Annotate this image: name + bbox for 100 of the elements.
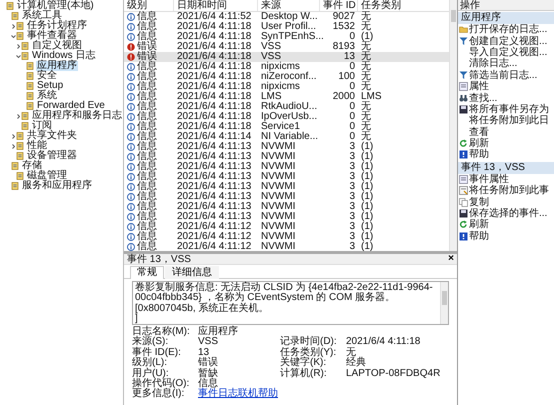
action-link[interactable]: 复制 xyxy=(469,196,489,208)
tree-item[interactable]: 任务计划程序 xyxy=(26,21,88,31)
table-row[interactable]: 信息 2021/6/4 4:11:18 LMS 2000 LMS xyxy=(124,92,449,102)
action-link[interactable]: 帮助 xyxy=(469,230,489,242)
field-value: 暂缺 xyxy=(198,368,218,379)
tree-item[interactable]: 事件查看器 xyxy=(26,31,78,41)
table-row[interactable]: 信息 2021/6/4 4:11:18 User Profil... 1532 无 xyxy=(124,22,449,32)
tree-item[interactable]: 设备管理器 xyxy=(26,151,78,161)
table-row[interactable]: 信息 2021/6/4 4:11:18 nipxicms 0 无 xyxy=(124,62,449,72)
table-cell: 信息 xyxy=(137,72,157,82)
table-row[interactable]: 信息 2021/6/4 4:11:13 NVWMI 3 (1) xyxy=(124,192,449,202)
table-cell-text: 无 xyxy=(360,132,371,142)
action-link[interactable]: 查找... xyxy=(469,92,498,104)
tree-item[interactable]: Forwarded Eve xyxy=(36,101,106,111)
column-header[interactable]: 任务类别 xyxy=(358,0,400,11)
tab[interactable]: 详细信息 xyxy=(165,266,219,279)
action-link[interactable]: 导入自定义视图... xyxy=(469,46,548,58)
table-cell-text: (1) xyxy=(360,192,374,202)
column-header[interactable]: 日期和时间 xyxy=(174,0,258,11)
table-row[interactable]: 信息 2021/6/4 4:11:52 Desktop W... 9027 无 xyxy=(124,12,449,22)
action-link[interactable]: 将所有事件另存为 xyxy=(469,104,549,115)
table-row[interactable]: 信息 2021/6/4 4:11:18 Service1 0 无 xyxy=(124,122,449,132)
column-header[interactable]: 来源 xyxy=(258,0,320,11)
tree-item[interactable]: 应用程序和服务日志 xyxy=(31,111,123,121)
scrollbar[interactable] xyxy=(440,282,448,324)
tree-item[interactable]: 应用程序 xyxy=(36,61,78,71)
document-icon xyxy=(26,62,34,70)
section-header[interactable]: 事件 13，VSS xyxy=(458,162,554,174)
table-row[interactable]: 信息 2021/6/4 4:11:13 NVWMI 3 (1) xyxy=(124,152,449,162)
document-icon xyxy=(21,112,29,120)
table-row[interactable]: 信息 2021/6/4 4:11:13 NVWMI 3 (1) xyxy=(124,182,449,192)
properties-icon xyxy=(459,174,468,184)
table-row[interactable]: 错误 2021/6/4 4:11:18 VSS 8193 无 xyxy=(124,42,449,52)
table-row[interactable]: 信息 2021/6/4 4:11:18 SynTPEnhS... 0 (1) xyxy=(124,32,449,42)
tree-item[interactable]: 服务和应用程序 xyxy=(21,181,93,191)
table-cell-text: NVWMI xyxy=(260,152,296,162)
action-link[interactable]: 将任务附加到此日 xyxy=(469,115,549,126)
table-cell-text: (1) xyxy=(360,152,374,162)
tree-item[interactable]: 性能 xyxy=(26,141,48,151)
action-link[interactable]: 帮助 xyxy=(469,149,489,160)
action-link[interactable]: 清除日志... xyxy=(469,58,518,70)
section-header[interactable]: 应用程序 xyxy=(458,12,554,24)
field-value: 无 xyxy=(346,346,356,358)
action-link[interactable]: 保存选择的事件... xyxy=(469,208,548,220)
tree-item[interactable]: 订阅 xyxy=(31,121,53,131)
table-cell-text: (1) xyxy=(360,182,374,192)
action-link[interactable]: 事件属性 xyxy=(469,174,509,185)
table-cell-text: 3 xyxy=(348,212,356,222)
tree-item[interactable]: 磁盘管理 xyxy=(26,171,68,181)
table-row[interactable]: 信息 2021/6/4 4:11:12 NVWMI 3 (1) xyxy=(124,222,449,232)
scrollbar[interactable] xyxy=(449,0,457,251)
scrollbar-thumb[interactable] xyxy=(442,291,447,305)
table-row[interactable]: 错误 2021/6/4 4:11:18 VSS 13 无 xyxy=(124,52,449,62)
help-link[interactable]: 事件日志联机帮助 xyxy=(198,388,278,400)
table-row[interactable]: 信息 2021/6/4 4:11:13 NVWMI 3 (1) xyxy=(124,202,449,212)
field-label: 计算机(R): xyxy=(280,368,328,380)
tree-item[interactable]: 存储 xyxy=(21,161,43,171)
table-cell-text: 100 xyxy=(337,72,356,82)
table-row[interactable]: 信息 2021/6/4 4:11:13 NVWMI 3 (1) xyxy=(124,172,449,182)
table-row[interactable]: 信息 2021/6/4 4:11:12 NVWMI 3 (1) xyxy=(124,232,449,242)
table-row[interactable]: 信息 2021/6/4 4:11:12 NVWMI 3 (1) xyxy=(124,242,449,251)
column-header[interactable]: 级别 xyxy=(124,0,174,11)
column-header[interactable]: 事件 ID xyxy=(320,0,358,11)
table-cell-text: 2021/6/4 4:11:13 xyxy=(176,202,252,212)
table-cell: 错误 xyxy=(137,42,157,52)
action-link[interactable]: 将任务附加到此事 xyxy=(469,185,549,196)
tab[interactable]: 常规 xyxy=(130,266,164,279)
tree-item[interactable]: Setup xyxy=(36,81,64,91)
table-row[interactable]: 信息 2021/6/4 4:11:18 IpOverUsb... 0 无 xyxy=(124,112,449,122)
document-icon xyxy=(26,82,34,90)
tree-item[interactable]: Windows 日志 xyxy=(31,51,96,61)
table-row[interactable]: 信息 2021/6/4 4:11:13 NVWMI 3 (1) xyxy=(124,142,449,152)
action-link[interactable]: 打开保存的日志... xyxy=(469,24,548,36)
action-link[interactable]: 刷新 xyxy=(469,219,489,230)
close-button[interactable]: × xyxy=(448,254,454,264)
table-row[interactable]: 信息 2021/6/4 4:11:18 RtkAudioU... 0 无 xyxy=(124,102,449,112)
table-cell-text: 无 xyxy=(360,112,372,122)
table-row[interactable]: 信息 2021/6/4 4:11:18 niZeroconf... 100 无 xyxy=(124,72,449,82)
tree-item[interactable]: 计算机管理(本地) xyxy=(16,1,95,11)
tree-item[interactable]: 自定义视图 xyxy=(31,41,83,51)
tree-item[interactable]: 共享文件夹 xyxy=(26,131,78,141)
table-cell-text: RtkAudioU... xyxy=(260,102,318,112)
action-link[interactable]: 刷新 xyxy=(469,138,489,150)
table-row[interactable]: 信息 2021/6/4 4:11:13 NVWMI 3 (1) xyxy=(124,212,449,222)
action-link[interactable]: 筛选当前日志... xyxy=(469,70,538,81)
table-row[interactable]: 信息 2021/6/4 4:11:14 NI Variable... 0 无 xyxy=(124,132,449,142)
tree-item[interactable]: 系统工具 xyxy=(21,11,63,21)
scrollbar-thumb[interactable] xyxy=(451,10,456,22)
tree-item[interactable]: 系统 xyxy=(36,91,58,101)
document-icon xyxy=(11,12,19,20)
table-row[interactable]: 信息 2021/6/4 4:11:18 nipxicms 0 无 xyxy=(124,82,449,92)
action-link[interactable]: 属性 xyxy=(469,81,489,92)
table-row[interactable]: 信息 2021/6/4 4:11:13 NVWMI 3 (1) xyxy=(124,162,449,172)
table-cell-text: NVWMI xyxy=(260,182,296,192)
action-link[interactable]: 创建自定义视图... xyxy=(469,36,548,47)
tree-item[interactable]: 安全 xyxy=(36,71,58,81)
table-cell-text: (1) xyxy=(360,32,374,42)
action-link[interactable]: 查看 xyxy=(469,126,489,138)
table-cell-text: 2021/6/4 4:11:12 xyxy=(176,242,252,251)
message-field[interactable]: 卷影复制服务信息: 无法启动 CLSID 为 {4e14fba2-2e22-11d1-9964-00c04fbbb345} ，名称为 CEventSystem 的 COM 服务器。[0x8007045b, 系统正在关机。 ] xyxy=(132,281,449,325)
